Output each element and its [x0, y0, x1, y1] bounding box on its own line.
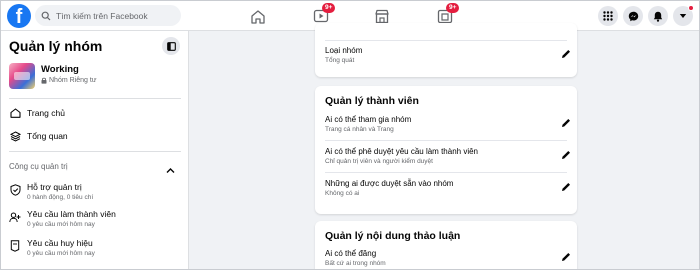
collapse-sidebar-button[interactable] [162, 37, 180, 55]
admin-assist-icon [9, 184, 21, 196]
tool-subtitle: 0 yêu cầu mới hôm nay [27, 221, 95, 228]
overview-icon [9, 130, 21, 142]
sidebar-divider [9, 151, 181, 152]
tab-home[interactable] [243, 5, 273, 27]
setting-row-pre-approved[interactable]: Những ai được duyệt sẵn vào nhóm Không c… [325, 179, 573, 197]
account-dropdown-icon [679, 14, 687, 18]
edit-button[interactable] [559, 47, 573, 61]
sidebar-item-home[interactable]: Trang chủ [9, 107, 65, 119]
card-divider [325, 40, 567, 41]
tool-title: Yêu cầu huy hiệu [27, 238, 93, 248]
notifications-button[interactable] [648, 6, 668, 26]
setting-value: Tổng quát [325, 57, 355, 64]
sidebar-divider [9, 98, 181, 99]
edit-button[interactable] [559, 180, 573, 194]
tool-title: Yêu cầu làm thành viên [27, 209, 116, 219]
sidebar-item-label: Tổng quan [27, 131, 68, 141]
tool-title: Hỗ trợ quản trị [27, 182, 82, 192]
tool-subtitle: 0 hành động, 0 tiêu chí [27, 194, 94, 201]
menu-grid-icon [603, 11, 613, 21]
pencil-icon [562, 151, 570, 159]
search-bar[interactable] [35, 5, 181, 26]
sidebar-item-admin-assist[interactable]: Hỗ trợ quản trị 0 hành động, 0 tiêu chí [9, 182, 93, 201]
account-button[interactable] [673, 5, 694, 26]
search-icon [41, 11, 51, 20]
section-collapse-toggle[interactable] [166, 161, 175, 179]
membership-settings-card: Quản lý thành viên Ai có thể tham gia nh… [315, 86, 577, 214]
discussion-settings-card: Quản lý nội dung thảo luận Ai có thể đăn… [315, 221, 577, 269]
edit-button[interactable] [559, 250, 573, 264]
member-request-icon [9, 211, 21, 223]
watch-badge: 9+ [322, 3, 336, 13]
group-privacy-label: Nhóm Riêng tư [49, 77, 97, 84]
marketplace-icon [375, 9, 389, 23]
card-title: Quản lý thành viên [325, 95, 419, 107]
pencil-icon [562, 253, 570, 261]
badge-request-icon [9, 240, 21, 252]
messenger-icon [628, 11, 638, 21]
setting-value: Bất cứ ai trong nhóm [325, 260, 386, 267]
setting-row-who-can-post[interactable]: Ai có thể đăng Bất cứ ai trong nhóm [325, 249, 573, 267]
sidebar-item-label: Trang chủ [27, 108, 65, 118]
card-divider [325, 172, 567, 173]
pencil-icon [562, 50, 570, 58]
group-name[interactable]: Working [41, 64, 79, 75]
group-cover-thumbnail[interactable] [9, 63, 35, 89]
notifications-icon [653, 11, 663, 22]
setting-value: Không có ai [325, 190, 360, 197]
facebook-logo[interactable]: f [7, 4, 31, 28]
menu-button[interactable] [598, 6, 618, 26]
tool-subtitle: 0 yêu cầu mới hôm nay [27, 250, 95, 257]
card-divider [325, 140, 567, 141]
search-input[interactable] [56, 10, 176, 21]
sidebar-item-member-requests[interactable]: Yêu cầu làm thành viên 0 yêu cầu mới hôm… [9, 209, 116, 228]
card-title: Quản lý nội dung thảo luận [325, 230, 461, 242]
home-outline-icon [9, 107, 21, 119]
edit-button[interactable] [559, 148, 573, 162]
notification-dot [688, 5, 694, 11]
setting-value: Chỉ quản trị viên và người kiểm duyệt [325, 158, 433, 165]
admin-tools-section-title: Công cụ quản trị [9, 162, 68, 171]
setting-label: Ai có thể phê duyệt yêu cầu làm thành vi… [325, 147, 478, 156]
setting-row-group-type[interactable]: Loại nhóm Tổng quát [325, 46, 573, 64]
setting-value: Trang cá nhân và Trang [325, 126, 394, 133]
edit-button[interactable] [559, 116, 573, 130]
lock-icon [41, 77, 47, 84]
setting-label: Ai có thể đăng [325, 249, 377, 258]
group-privacy: Nhóm Riêng tư [41, 77, 96, 84]
sidebar-title: Quản lý nhóm [9, 38, 103, 54]
messenger-button[interactable] [623, 6, 643, 26]
sidebar-item-badge-requests[interactable]: Yêu cầu huy hiệu 0 yêu cầu mới hôm nay [9, 238, 95, 257]
setting-label: Loại nhóm [325, 46, 363, 55]
sidebar: Quản lý nhóm Working Nhóm Riêng tư Trang… [1, 31, 189, 269]
sidebar-item-overview[interactable]: Tổng quan [9, 130, 68, 142]
chevron-up-icon [166, 168, 175, 173]
pencil-icon [562, 119, 570, 127]
pencil-icon [562, 183, 570, 191]
setting-label: Ai có thể tham gia nhóm [325, 115, 412, 124]
home-icon [251, 9, 265, 24]
group-settings-card: Loại nhóm Tổng quát [315, 23, 577, 77]
gaming-badge: 9+ [446, 3, 460, 13]
sidebar-collapse-icon [166, 41, 176, 51]
setting-label: Những ai được duyệt sẵn vào nhóm [325, 179, 454, 188]
setting-row-who-can-join[interactable]: Ai có thể tham gia nhóm Trang cá nhân và… [325, 115, 573, 133]
app-frame: f 9+ 9+ [0, 0, 700, 270]
setting-row-who-can-approve[interactable]: Ai có thể phê duyệt yêu cầu làm thành vi… [325, 147, 573, 165]
